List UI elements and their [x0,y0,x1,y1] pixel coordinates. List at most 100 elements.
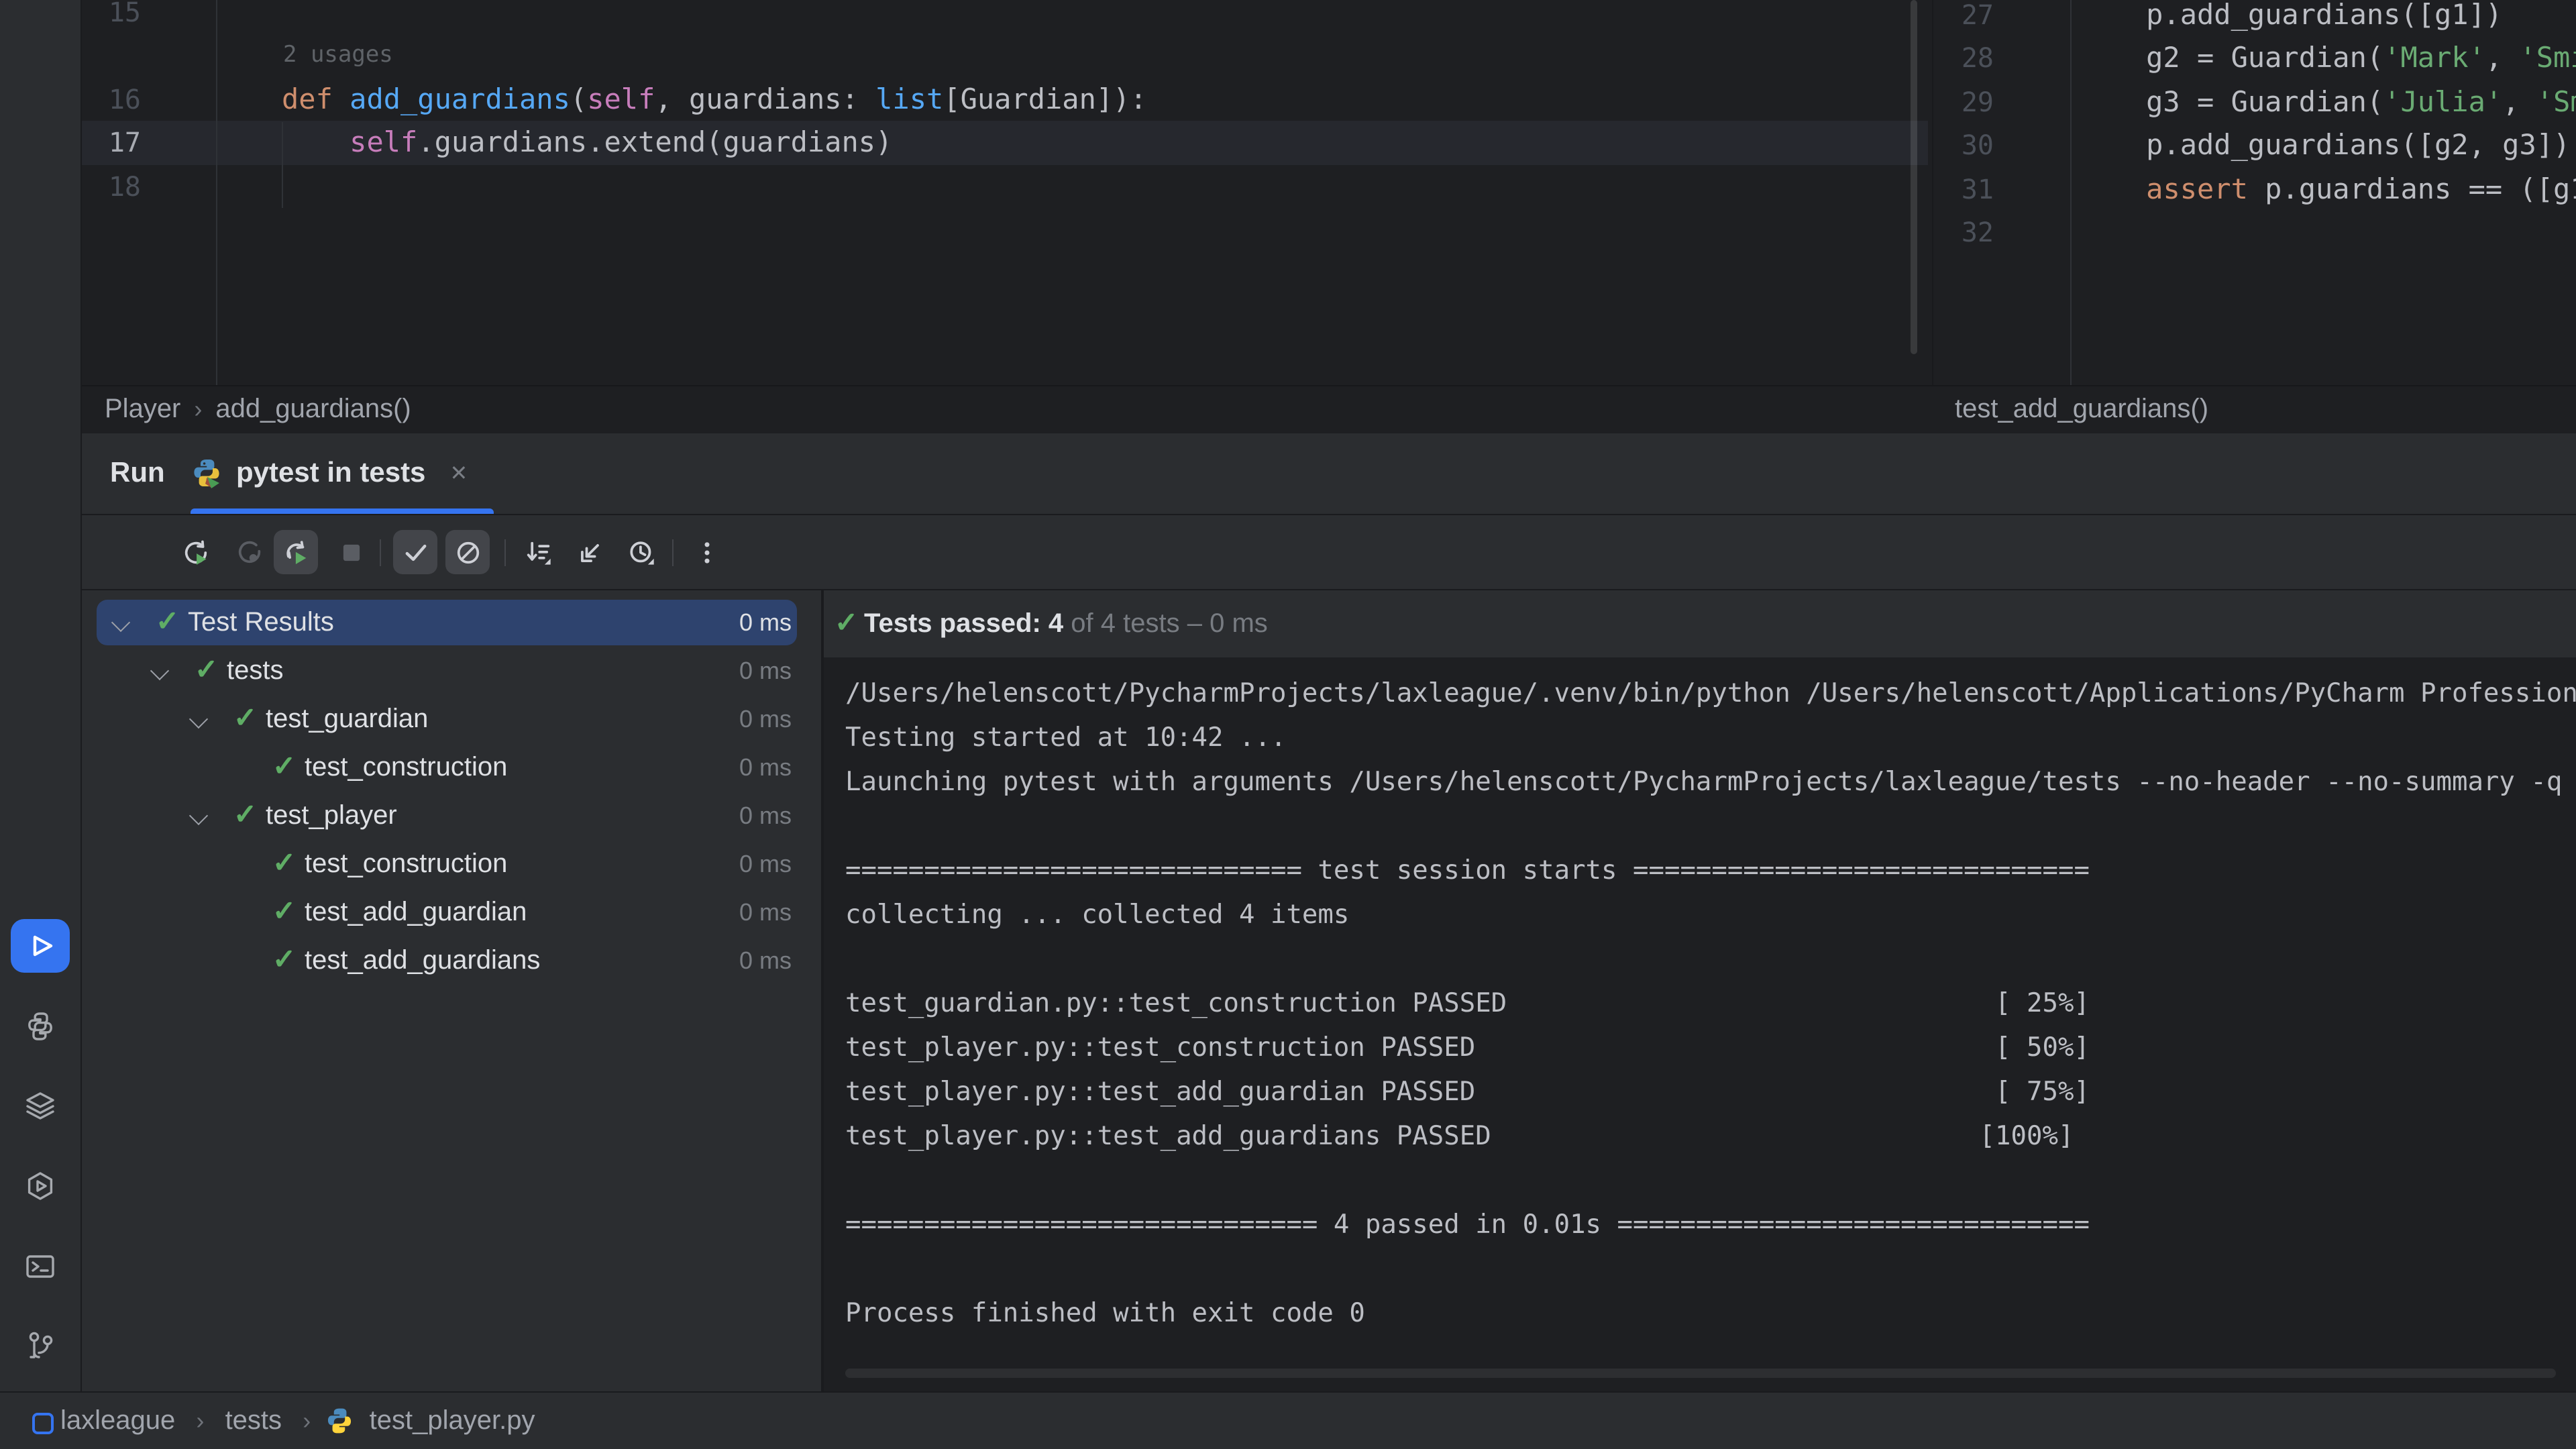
test-duration: 0 ms [739,936,792,985]
tree-row-tests[interactable]: ✓tests 0 ms [80,647,821,695]
test-duration: 0 ms [739,695,792,743]
navigate-to-bottom-icon[interactable] [568,530,612,574]
test-passed-icon: ✓ [272,888,296,936]
test-passed-icon: ✓ [233,695,257,743]
line-number: 30 [1933,123,1994,168]
tree-label: test_construction [305,743,507,792]
line-number: 28 [1933,36,1994,80]
git-branch-icon[interactable] [11,1319,70,1373]
toolbar-separator [504,539,506,566]
tool-window-stripe [0,0,82,1391]
editor-scrollbar[interactable] [1911,0,1917,354]
line-number: 29 [1933,80,1994,124]
breadcrumb-bar: Player›add_guardians() test_add_guardian… [80,385,2576,435]
run-console[interactable]: /Users/helenscott/PycharmProjects/laxlea… [824,657,2576,1391]
show-passed-icon[interactable] [393,530,437,574]
gutter-separator [2070,0,2072,385]
tree-label: test_add_guardians [305,936,540,985]
chevron-right-icon: › [180,396,215,423]
rerun-icon[interactable] [173,530,217,574]
rerun-failed-icon[interactable] [227,530,271,574]
show-ignored-icon[interactable] [445,530,490,574]
run-toolwindow-title: Run [110,433,165,514]
test-results-tree[interactable]: ✓Test Results0 ms✓tests0 ms✓test_guardia… [80,590,821,1391]
tree-row-test-add-guardian[interactable]: ✓test_add_guardian0 ms [80,888,821,936]
tree-row-test-results[interactable]: ✓Test Results 0 ms [80,598,821,647]
editor-pane-player[interactable]: 15 2 usages 16 def add_guardians(self, guar… [80,0,1932,385]
tree-label: tests [227,647,284,695]
toggle-auto-test-icon[interactable] [274,530,318,574]
more-options-icon[interactable] [684,530,729,574]
services-layers-icon[interactable] [11,1079,70,1132]
services-hexagon-icon[interactable] [11,1159,70,1213]
console-horizontal-scrollbar[interactable] [845,1368,2556,1378]
test-passed-icon: ✓ [272,936,296,985]
active-tab-underline [191,508,494,514]
editor-pane-test-player[interactable]: 27 p.add_guardians([g1])28 g2 = Guardian… [1932,0,2576,385]
console-output: /Users/helenscott/PycharmProjects/laxlea… [845,671,2576,1335]
chevron-down-icon[interactable] [189,806,208,825]
stop-icon[interactable] [329,530,373,574]
tree-label: Test Results [188,598,334,647]
status-bar: laxleague › tests › test_player.py [0,1391,2576,1449]
line-number: 15 [80,0,141,34]
test-duration: 0 ms [739,647,792,695]
usages-inlay-hint[interactable]: 2 usages [283,34,393,78]
code-line: p.add_guardians([g2, g3]) [2078,123,2570,168]
breadcrumb-test[interactable]: test_add_guardians() [1955,386,2208,433]
tree-row-test-add-guardians[interactable]: ✓test_add_guardians 0 ms [80,936,821,985]
line-number: 32 [1933,211,1994,255]
project-widget-icon[interactable] [32,1413,54,1434]
status-file[interactable]: test_player.py [370,1406,535,1436]
check-icon: ✓ [835,590,858,657]
code-line: p.add_guardians([g1]) [2078,0,2502,37]
test-passed-icon: ✓ [272,743,296,792]
breadcrumb-player[interactable]: Player›add_guardians() [105,386,411,433]
line-number: 16 [80,77,141,121]
test-duration: 0 ms [739,888,792,936]
chevron-down-icon[interactable] [189,710,208,729]
tree-row-test-guardian[interactable]: ✓test_guardian 0 ms [80,695,821,743]
test-history-icon[interactable] [619,530,663,574]
pytest-python-icon [191,458,223,490]
status-breadcrumb[interactable]: laxleague › tests › test_player.py [60,1393,535,1449]
test-passed-icon: ✓ [195,647,218,695]
test-duration: 0 ms [739,743,792,792]
tree-row-test-construction[interactable]: ✓test_construction0 ms [80,840,821,888]
code-line: def add_guardians(self, guardians: list[… [282,77,1147,121]
breadcrumb-method[interactable]: add_guardians() [215,394,411,424]
chevron-right-icon: › [196,1407,204,1434]
test-passed-icon: ✓ [156,598,179,647]
run-tool-icon[interactable] [11,919,70,973]
tree-label: test_guardian [266,695,428,743]
chevron-right-icon: › [303,1407,311,1434]
test-passed-icon: ✓ [272,840,296,888]
status-folder[interactable]: tests [225,1406,282,1436]
line-number: 17 [80,121,141,165]
test-duration: 0 ms [739,792,792,840]
tab-label[interactable]: pytest in tests [236,458,425,490]
terminal-icon[interactable] [11,1240,70,1293]
tree-row-test-player[interactable]: ✓test_player0 ms [80,792,821,840]
tree-label: test_construction [305,840,507,888]
tree-row-test-construction[interactable]: ✓test_construction 0 ms [80,743,821,792]
status-project[interactable]: laxleague [60,1406,175,1436]
close-icon[interactable]: ✕ [449,460,468,487]
tree-label: test_player [266,792,397,840]
code-line: assert p.guardians == ([g1, g [2078,167,2576,211]
code-line: g2 = Guardian('Mark', 'Smith') [2078,36,2576,80]
toolbar-separator [380,539,381,566]
breadcrumb-test-method[interactable]: test_add_guardians() [1955,394,2208,424]
test-duration: 0 ms [739,598,792,647]
editor-split[interactable]: 15 2 usages 16 def add_guardians(self, guar… [80,0,2576,385]
python-file-icon [325,1406,354,1436]
chevron-down-icon[interactable] [150,661,169,680]
gutter-separator [216,0,217,385]
breadcrumb-class[interactable]: Player [105,394,180,424]
code-line: g3 = Guardian('Julia', 'Smith') [2078,80,2576,124]
python-packages-icon[interactable] [11,1000,70,1053]
sort-tests-icon[interactable] [515,530,559,574]
tab-pytest-in-tests[interactable]: pytest in tests ✕ [191,433,468,514]
line-number: 18 [80,164,141,209]
run-toolwindow-header: Run pytest in tests ✕ [80,433,2576,515]
